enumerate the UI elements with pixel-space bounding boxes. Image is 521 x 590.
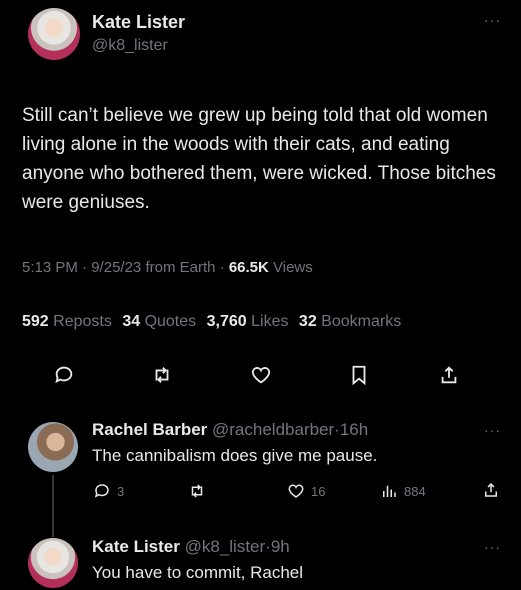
stat-likes[interactable]: 3,760 Likes bbox=[207, 313, 293, 330]
stat-reposts[interactable]: 592 Reposts bbox=[22, 313, 116, 330]
reply-header: Rachel Barber @racheldbarber·16h bbox=[92, 420, 368, 440]
reply-text: The cannibalism does give me pause. bbox=[92, 446, 378, 465]
stat-label: Bookmarks bbox=[321, 313, 402, 330]
reply-author-name[interactable]: Rachel Barber bbox=[92, 420, 207, 439]
reply-text: You have to commit, Rachel bbox=[92, 563, 304, 582]
reply-age[interactable]: 16h bbox=[340, 420, 368, 439]
author-name[interactable]: Kate Lister bbox=[92, 12, 185, 33]
repost-icon[interactable] bbox=[151, 364, 173, 386]
tweet-stats: 592 Reposts 34 Quotes 3,760 Likes 32 Boo… bbox=[22, 313, 401, 331]
bookmark-icon[interactable] bbox=[348, 364, 370, 386]
tweet-date[interactable]: 9/25/23 bbox=[91, 259, 141, 276]
more-options-button[interactable]: ··· bbox=[484, 539, 501, 555]
tweet-source: from Earth bbox=[145, 259, 216, 276]
views-value: 66.5K bbox=[228, 259, 269, 276]
avatar[interactable] bbox=[28, 422, 78, 472]
reply-author-handle[interactable]: @racheldbarber bbox=[212, 420, 334, 439]
thread-line bbox=[52, 475, 54, 537]
reply-icon[interactable] bbox=[93, 482, 111, 500]
reply-header: Kate Lister @k8_lister·9h bbox=[92, 537, 290, 557]
stat-bookmarks[interactable]: 32 Bookmarks bbox=[299, 313, 401, 330]
stat-value: 32 bbox=[298, 313, 317, 330]
share-icon[interactable] bbox=[482, 481, 500, 499]
more-options-button[interactable]: ··· bbox=[484, 422, 501, 438]
repost-icon[interactable] bbox=[188, 482, 206, 500]
views-count: 884 bbox=[404, 484, 426, 499]
stat-value: 34 bbox=[122, 313, 141, 330]
stat-quotes[interactable]: 34 Quotes bbox=[122, 313, 200, 330]
more-options-button[interactable]: ··· bbox=[484, 12, 501, 28]
stat-value: 592 bbox=[22, 313, 49, 330]
views-icon[interactable] bbox=[380, 482, 398, 500]
like-count: 16 bbox=[311, 484, 326, 499]
separator: · bbox=[219, 259, 225, 276]
like-icon[interactable] bbox=[250, 364, 272, 386]
reply-count: 3 bbox=[117, 484, 125, 499]
stat-label: Reposts bbox=[53, 313, 112, 330]
author-handle[interactable]: @k8_lister bbox=[92, 37, 168, 55]
stat-value: 3,760 bbox=[206, 313, 247, 330]
reply-author-name[interactable]: Kate Lister bbox=[92, 537, 180, 556]
tweet-text: Still can’t believe we grew up being tol… bbox=[22, 105, 496, 213]
stat-label: Likes bbox=[251, 313, 289, 330]
tweet-time[interactable]: 5:13 PM bbox=[22, 259, 78, 276]
share-icon[interactable] bbox=[438, 364, 460, 386]
like-icon[interactable] bbox=[287, 482, 305, 500]
stat-label: Quotes bbox=[144, 313, 197, 330]
tweet-meta: 5:13 PM · 9/25/23 from Earth · 66.5K Vie… bbox=[22, 259, 313, 276]
avatar[interactable] bbox=[28, 538, 78, 588]
views-label: Views bbox=[273, 259, 313, 276]
avatar[interactable] bbox=[28, 8, 80, 60]
reply-icon[interactable] bbox=[53, 364, 75, 386]
separator: · bbox=[82, 259, 88, 276]
reply-author-handle[interactable]: @k8_lister bbox=[185, 537, 266, 556]
reply-age[interactable]: 9h bbox=[271, 537, 290, 556]
